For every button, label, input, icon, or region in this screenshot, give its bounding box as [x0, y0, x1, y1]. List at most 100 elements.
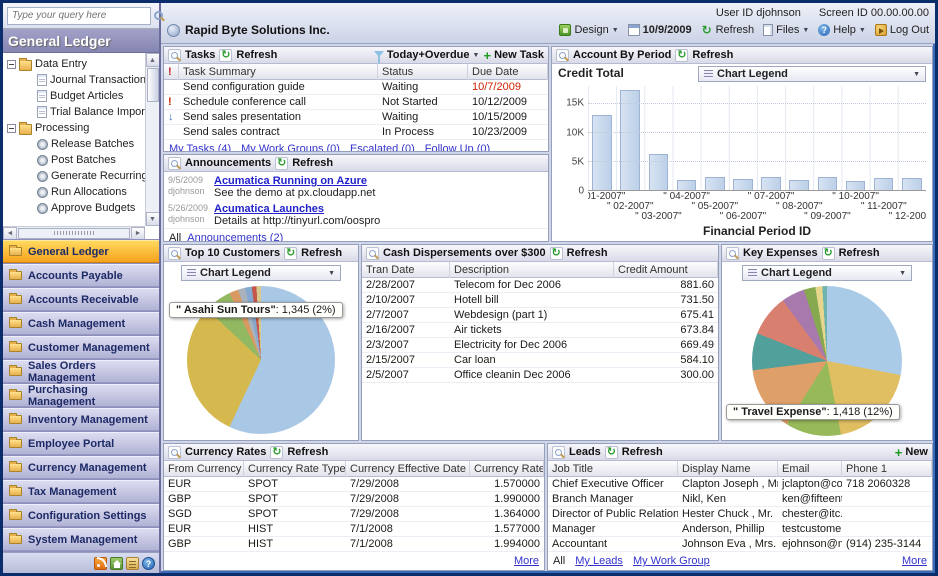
business-date[interactable]: 10/9/2009 — [628, 24, 692, 36]
task-filter-dropdown[interactable]: Today+Overdue▼ — [374, 49, 480, 61]
refresh-button[interactable]: ↻Refresh — [701, 24, 755, 36]
design-menu[interactable]: Design▼ — [559, 24, 618, 36]
lead-row[interactable]: Manager Anderson, Phillip testcustomer@a… — [548, 522, 932, 537]
cash-row[interactable]: 2/7/2007 Webdesign (part 1) 675.41 — [362, 308, 718, 323]
more-link[interactable]: More — [902, 555, 927, 567]
col-display-name[interactable]: Display Name — [678, 461, 778, 477]
lead-row[interactable]: Chief Executive Officer Clapton Joseph ,… — [548, 477, 932, 492]
magnifier-icon[interactable] — [552, 446, 565, 459]
col-status[interactable]: Status — [378, 64, 468, 80]
col-priority[interactable]: ! — [164, 64, 179, 80]
sidebar-module-button[interactable]: Accounts Receivable — [3, 288, 159, 311]
expander-minus-icon[interactable] — [7, 60, 16, 69]
col-summary[interactable]: Task Summary — [179, 64, 378, 80]
tree-item[interactable]: Run Allocations — [5, 184, 143, 200]
lead-row[interactable]: Director of Public Relations Hester Chuc… — [548, 507, 932, 522]
task-filter-link[interactable]: Escalated (0) — [350, 143, 415, 152]
refresh-label[interactable]: Refresh — [287, 446, 328, 458]
magnifier-icon[interactable] — [366, 247, 379, 260]
refresh-icon[interactable]: ↻ — [675, 49, 688, 62]
currency-row[interactable]: EUR HIST 7/1/2008 1.577000 — [164, 522, 544, 537]
sidebar-module-button[interactable]: Currency Management — [3, 456, 159, 479]
sidebar-module-button[interactable]: Tax Management — [3, 480, 159, 503]
magnifier-icon[interactable] — [168, 446, 181, 459]
refresh-icon[interactable]: ↻ — [605, 446, 618, 459]
tree-item[interactable]: Approve Budgets — [5, 200, 143, 216]
col-phone[interactable]: Phone 1 — [842, 461, 932, 477]
announcement-title-link[interactable]: Acumatica Running on Azure — [214, 175, 544, 187]
currency-row[interactable]: GBP HIST 7/1/2008 1.994000 — [164, 537, 544, 552]
col-job-title[interactable]: Job Title — [548, 461, 678, 477]
new-lead-button[interactable]: +New — [895, 446, 928, 458]
refresh-label[interactable]: Refresh — [301, 247, 342, 259]
tree-vertical-scrollbar[interactable]: ▲ ▼ — [145, 53, 159, 226]
task-filter-link[interactable]: Follow Up (0) — [425, 143, 490, 152]
cash-row[interactable]: 2/10/2007 Hotell bill 731.50 — [362, 293, 718, 308]
refresh-label[interactable]: Refresh — [292, 157, 333, 169]
sidebar-module-button[interactable]: Configuration Settings — [3, 504, 159, 527]
all-label[interactable]: All — [169, 232, 181, 242]
help-menu[interactable]: ?Help▼ — [818, 24, 866, 36]
sidebar-module-button[interactable]: System Management — [3, 528, 159, 551]
search-input[interactable] — [7, 7, 151, 25]
currency-row[interactable]: EUR SPOT 7/29/2008 1.570000 — [164, 477, 544, 492]
notes-icon[interactable] — [126, 557, 139, 570]
lead-row[interactable]: Accountant Johnson Eva , Mrs. ejohnson@m… — [548, 537, 932, 552]
task-row[interactable]: Send sales presentation Waiting 10/15/20… — [164, 110, 548, 125]
refresh-icon[interactable]: ↻ — [275, 157, 288, 170]
col-effective-date[interactable]: Currency Effective Date — [346, 461, 470, 477]
sidebar-module-button[interactable]: Customer Management — [3, 336, 159, 359]
lead-filter-link[interactable]: My Leads — [575, 555, 623, 567]
refresh-label[interactable]: Refresh — [692, 49, 733, 61]
lead-filter-link[interactable]: All — [553, 555, 565, 567]
magnifier-icon[interactable] — [168, 49, 181, 62]
refresh-icon[interactable]: ↻ — [284, 247, 297, 260]
task-row[interactable]: Schedule conference call Not Started 10/… — [164, 95, 548, 110]
col-description[interactable]: Description — [450, 262, 614, 278]
tree-item[interactable]: Data Entry — [5, 56, 143, 72]
scrollbar-thumb[interactable] — [147, 68, 159, 102]
search-icon[interactable] — [154, 11, 163, 20]
cash-row[interactable]: 2/16/2007 Air tickets 673.84 — [362, 323, 718, 338]
tree-item[interactable]: Journal Transactions — [5, 72, 143, 88]
chart-legend-dropdown[interactable]: Chart Legend ▼ — [181, 265, 341, 281]
tree-item[interactable]: Release Batches — [5, 136, 143, 152]
new-task-button[interactable]: +New Task — [483, 49, 544, 61]
sidebar-module-button[interactable]: Employee Portal — [3, 432, 159, 455]
refresh-icon[interactable]: ↻ — [219, 49, 232, 62]
refresh-label[interactable]: Refresh — [567, 247, 608, 259]
sidebar-module-button[interactable]: Purchasing Management — [3, 384, 159, 407]
files-menu[interactable]: Files▼ — [763, 24, 809, 36]
help-icon[interactable]: ? — [142, 557, 155, 570]
sidebar-module-button[interactable]: Inventory Management — [3, 408, 159, 431]
scrollbar-thumb[interactable] — [18, 228, 130, 239]
currency-row[interactable]: SGD SPOT 7/29/2008 1.364000 — [164, 507, 544, 522]
refresh-icon[interactable]: ↻ — [822, 247, 835, 260]
cash-row[interactable]: 2/5/2007 Office cleanin Dec 2006 300.00 — [362, 368, 718, 383]
lead-row[interactable]: Branch Manager Nikl, Ken ken@fifteenthna… — [548, 492, 932, 507]
col-credit-amount[interactable]: Credit Amount — [614, 262, 718, 278]
currency-row[interactable]: GBP SPOT 7/29/2008 1.990000 — [164, 492, 544, 507]
sidebar-module-button[interactable]: Accounts Payable — [3, 264, 159, 287]
col-rate-type[interactable]: Currency Rate Type — [244, 461, 346, 477]
rss-icon[interactable] — [94, 557, 107, 570]
col-tran-date[interactable]: Tran Date — [362, 262, 450, 278]
announcement-title-link[interactable]: Acumatica Launches — [214, 203, 544, 215]
col-due[interactable]: Due Date — [468, 64, 548, 80]
sidebar-module-button[interactable]: General Ledger — [3, 240, 159, 263]
expander-minus-icon[interactable] — [7, 124, 16, 133]
magnifier-icon[interactable] — [168, 247, 181, 260]
cash-row[interactable]: 2/3/2007 Electricity for Dec 2006 669.49 — [362, 338, 718, 353]
logout-button[interactable]: Log Out — [875, 24, 929, 36]
tree-item[interactable]: Post Batches — [5, 152, 143, 168]
magnifier-icon[interactable] — [168, 157, 181, 170]
refresh-icon[interactable]: ↻ — [270, 446, 283, 459]
more-link[interactable]: More — [514, 555, 539, 567]
cash-row[interactable]: 2/28/2007 Telecom for Dec 2006 881.60 — [362, 278, 718, 293]
tree-item[interactable]: Budget Articles — [5, 88, 143, 104]
magnifier-icon[interactable] — [726, 247, 739, 260]
col-from-currency[interactable]: From Currency — [164, 461, 244, 477]
tree-horizontal-scrollbar[interactable]: ◄ ► — [3, 226, 145, 239]
tree-item[interactable]: Generate Recurring Trans — [5, 168, 143, 184]
sidebar-module-button[interactable]: Cash Management — [3, 312, 159, 335]
